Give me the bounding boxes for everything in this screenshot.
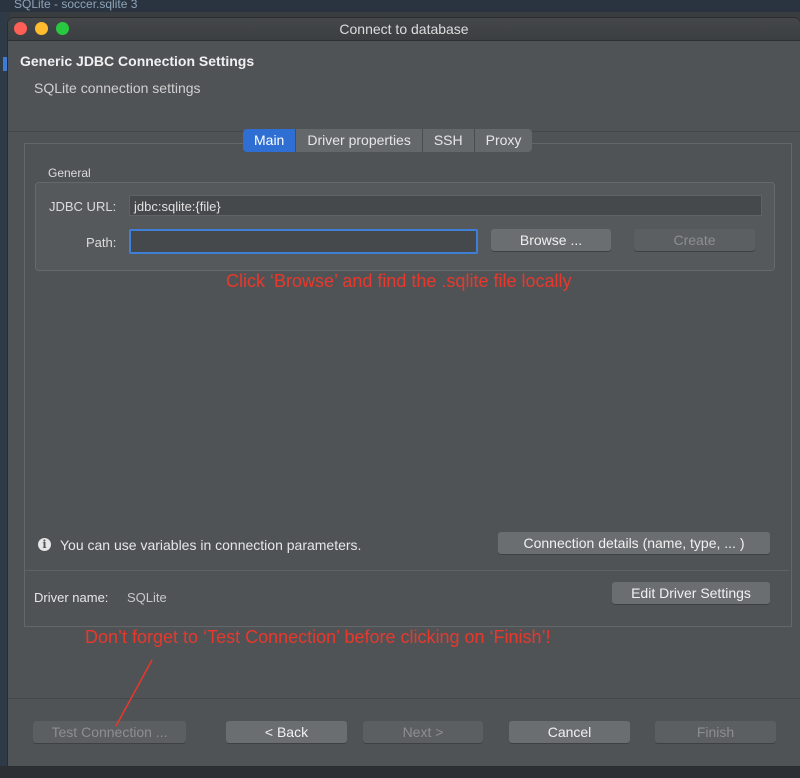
jdbc-url-field[interactable]: jdbc:sqlite:{file}: [129, 195, 762, 216]
background-app-statusbar: [0, 766, 800, 778]
dialog-titlebar: Connect to database: [8, 18, 800, 41]
page-subtitle: SQLite connection settings: [34, 80, 201, 96]
background-app-titlebar: SQLite - soccer.sqlite 3: [0, 0, 800, 12]
footer-separator: [8, 698, 800, 699]
driver-name-value: SQLite: [127, 590, 167, 605]
back-button[interactable]: < Back: [226, 721, 347, 743]
settings-tabs: Main Driver properties SSH Proxy: [243, 129, 533, 152]
tab-ssh[interactable]: SSH: [422, 129, 475, 152]
finish-button[interactable]: Finish: [655, 721, 776, 743]
connection-details-button[interactable]: Connection details (name, type, ... ): [498, 532, 770, 554]
dialog-header: Generic JDBC Connection Settings SQLite …: [8, 41, 800, 132]
tab-main[interactable]: Main: [243, 129, 297, 152]
panel-divider: [25, 570, 789, 571]
next-button[interactable]: Next >: [363, 721, 483, 743]
connect-dialog: Connect to database Generic JDBC Connect…: [8, 18, 800, 766]
page-title: Generic JDBC Connection Settings: [20, 53, 255, 69]
tab-driver-properties[interactable]: Driver properties: [296, 129, 423, 152]
jdbc-url-label: JDBC URL:: [49, 199, 117, 214]
path-input[interactable]: [129, 229, 478, 254]
edit-driver-settings-button[interactable]: Edit Driver Settings: [612, 582, 770, 604]
test-connection-hint-annotation: Don’t forget to ‘Test Connection’ before…: [85, 627, 551, 647]
browse-button[interactable]: Browse ...: [491, 229, 611, 251]
info-icon: i: [38, 538, 51, 551]
general-group-label: General: [48, 166, 91, 180]
background-app-title: SQLite - soccer.sqlite 3: [14, 0, 138, 11]
dialog-title: Connect to database: [339, 21, 469, 37]
driver-name-label: Driver name:: [34, 590, 109, 605]
create-button[interactable]: Create: [634, 229, 755, 251]
variables-info-text: You can use variables in connection para…: [60, 537, 362, 553]
path-label: Path:: [86, 235, 117, 250]
test-connection-button[interactable]: Test Connection ...: [33, 721, 186, 743]
tab-proxy[interactable]: Proxy: [474, 129, 533, 152]
browse-hint-annotation: Click ‘Browse’ and find the .sqlite file…: [226, 271, 572, 291]
cancel-button[interactable]: Cancel: [509, 721, 630, 743]
